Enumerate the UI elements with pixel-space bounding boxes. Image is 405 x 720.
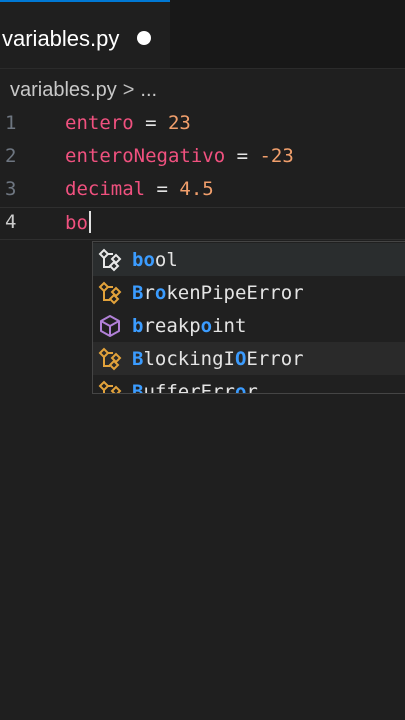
- tab-bar: variables.py: [0, 0, 405, 69]
- code-text: bo: [65, 211, 91, 234]
- breadcrumb-file[interactable]: variables.py: [10, 79, 117, 102]
- code-text: enteroNegativo = -23: [65, 145, 294, 167]
- code-editor[interactable]: 1 entero = 23 2 enteroNegativo = -23 3 d…: [0, 108, 405, 720]
- suggestion-blockingioerror[interactable]: BlockingIOError: [93, 342, 405, 375]
- tab-variables-py[interactable]: variables.py: [0, 0, 170, 68]
- function-cube-icon: [100, 315, 120, 337]
- code-line[interactable]: 3 decimal = 4.5: [0, 174, 405, 207]
- code-text: entero = 23: [65, 112, 191, 134]
- suggestion-brokenpipeerror[interactable]: BrokenPipeError: [93, 276, 405, 309]
- suggestion-label: bool: [132, 249, 178, 271]
- autocomplete-popup: bool BrokenPipeError breakpoint Blocking…: [92, 241, 405, 394]
- suggestion-breakpoint[interactable]: breakpoint: [93, 309, 405, 342]
- code-line[interactable]: 2 enteroNegativo = -23: [0, 141, 405, 174]
- class-icon: [98, 281, 122, 305]
- unsaved-dot-icon[interactable]: [137, 31, 151, 45]
- class-icon: [98, 380, 122, 393]
- current-line-highlight: [0, 207, 405, 240]
- suggestion-label: breakpoint: [132, 315, 247, 337]
- suggestion-buffererror[interactable]: BufferError: [93, 375, 405, 394]
- tab-label: variables.py: [2, 26, 120, 51]
- breadcrumb-more[interactable]: ...: [140, 79, 157, 102]
- line-number: 3: [5, 178, 17, 200]
- suggestion-label: BlockingIOError: [132, 348, 304, 370]
- line-number: 4: [5, 211, 17, 233]
- line-number: 2: [5, 145, 17, 167]
- code-text: decimal = 4.5: [65, 178, 214, 200]
- breadcrumb: variables.py > ...: [10, 76, 157, 104]
- code-line[interactable]: 1 entero = 23: [0, 108, 405, 141]
- text-cursor: [88, 211, 91, 233]
- class-icon: [98, 248, 122, 272]
- code-line-current[interactable]: 4 bo: [0, 207, 405, 240]
- chevron-right-icon: >: [122, 78, 135, 101]
- suggestion-label: BrokenPipeError: [132, 282, 304, 304]
- suggestion-label: BufferError: [132, 381, 258, 394]
- line-number: 1: [5, 112, 17, 134]
- suggestion-bool[interactable]: bool: [93, 243, 405, 276]
- class-icon: [98, 347, 122, 371]
